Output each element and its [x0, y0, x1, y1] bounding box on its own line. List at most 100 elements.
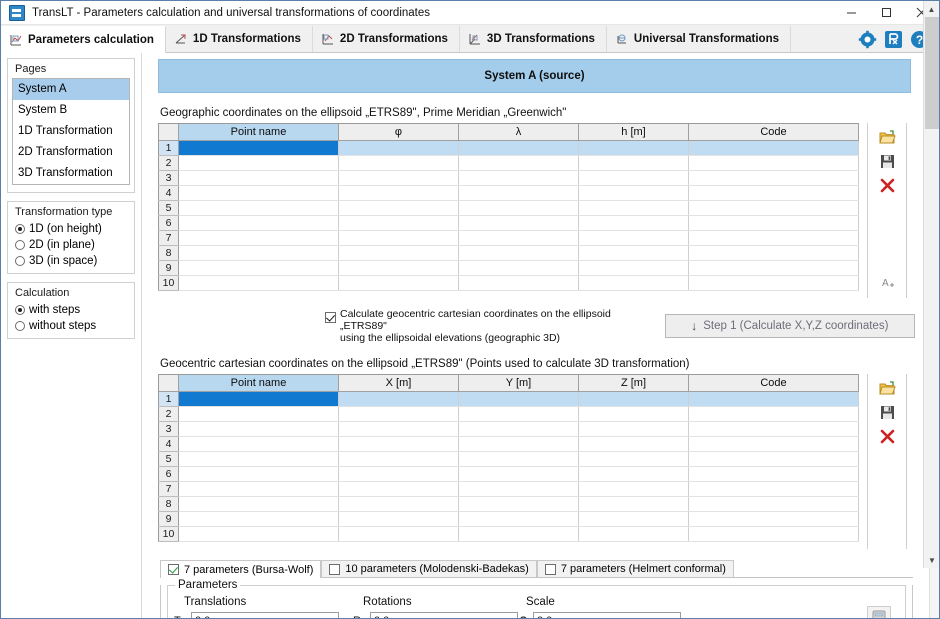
col-point-name[interactable]: Point name	[178, 374, 339, 392]
table-row[interactable]: 1	[158, 391, 859, 407]
cell-code[interactable]	[688, 511, 859, 527]
cell-point-name[interactable]	[178, 230, 339, 246]
cell-z[interactable]	[578, 421, 689, 437]
cell-phi[interactable]	[338, 215, 459, 231]
cell-code[interactable]	[688, 466, 859, 482]
cell-h[interactable]	[578, 260, 689, 276]
table-row[interactable]: 3	[158, 170, 859, 186]
tab-universal-transformations[interactable]: Universal Transformations	[606, 26, 791, 52]
step1-button[interactable]: ↓ Step 1 (Calculate X,Y,Z coordinates)	[664, 314, 915, 338]
sidebar-item-system-a[interactable]: System A	[13, 79, 129, 100]
sidebar-item-2d-transformation[interactable]: 2D Transformation	[13, 142, 129, 163]
cell-phi[interactable]	[338, 245, 459, 261]
cell-code[interactable]	[688, 526, 859, 542]
cell-h[interactable]	[578, 245, 689, 261]
cell-y[interactable]	[458, 466, 579, 482]
table-row[interactable]: 10	[158, 275, 859, 291]
col-lambda[interactable]: λ	[458, 123, 579, 141]
tab-3d-transformations[interactable]: 3D Transformations	[459, 26, 607, 52]
open-file-icon[interactable]	[876, 126, 898, 148]
table-row[interactable]: 9	[158, 511, 859, 527]
cell-phi[interactable]	[338, 170, 459, 186]
col-y[interactable]: Y [m]	[458, 374, 579, 392]
cell-phi[interactable]	[338, 140, 459, 156]
cell-x[interactable]	[338, 481, 459, 497]
cell-h[interactable]	[578, 170, 689, 186]
cell-x[interactable]	[338, 466, 459, 482]
col-h[interactable]: h [m]	[578, 123, 689, 141]
cell-code[interactable]	[688, 275, 859, 291]
cell-h[interactable]	[578, 275, 689, 291]
tx-input[interactable]: 0.0	[191, 612, 339, 618]
calculate-geocentric-checkbox[interactable]: Calculate geocentric cartesian coordinat…	[325, 308, 651, 344]
scrollbar-thumb[interactable]	[925, 17, 939, 129]
cell-h[interactable]	[578, 230, 689, 246]
table-row[interactable]: 2	[158, 155, 859, 171]
cell-point-name[interactable]	[178, 275, 339, 291]
cell-y[interactable]	[458, 451, 579, 467]
table-row[interactable]: 8	[158, 496, 859, 512]
cell-lambda[interactable]	[458, 200, 579, 216]
cell-code[interactable]	[688, 140, 859, 156]
cell-z[interactable]	[578, 526, 689, 542]
tab-parameters-calculation[interactable]: Parameters calculation	[1, 26, 166, 53]
cell-lambda[interactable]	[458, 260, 579, 276]
cell-point-name[interactable]	[178, 511, 339, 527]
append-points-icon[interactable]: A	[877, 271, 899, 293]
scroll-down-icon[interactable]: ▼	[924, 552, 939, 568]
cell-x[interactable]	[338, 511, 459, 527]
geocentric-coordinates-table[interactable]: Point name X [m] Y [m] Z [m] Code 1 2 3 …	[158, 374, 859, 542]
cell-point-name[interactable]	[178, 421, 339, 437]
table-row[interactable]: 9	[158, 260, 859, 276]
sidebar-item-1d-transformation[interactable]: 1D Transformation	[13, 121, 129, 142]
cell-code[interactable]	[688, 230, 859, 246]
radio-1d-on-height[interactable]: 1D (on height)	[8, 221, 134, 237]
cell-phi[interactable]	[338, 275, 459, 291]
cell-y[interactable]	[458, 526, 579, 542]
cell-lambda[interactable]	[458, 185, 579, 201]
cell-point-name[interactable]	[178, 526, 339, 542]
cell-h[interactable]	[578, 200, 689, 216]
open-file-icon[interactable]	[876, 377, 898, 399]
cell-point-name[interactable]	[178, 260, 339, 276]
cell-point-name[interactable]	[178, 466, 339, 482]
cell-y[interactable]	[458, 391, 579, 407]
cell-x[interactable]	[338, 526, 459, 542]
tab-1d-transformations[interactable]: 1D Transformations	[165, 26, 313, 52]
gear-icon[interactable]	[858, 30, 877, 49]
col-point-name[interactable]: Point name	[178, 123, 339, 141]
cell-z[interactable]	[578, 436, 689, 452]
ptab-molodenski-badekas[interactable]: 10 parameters (Molodenski-Badekas)	[321, 560, 537, 577]
pages-listbox[interactable]: System A System B 1D Transformation 2D T…	[12, 78, 130, 185]
cell-lambda[interactable]	[458, 215, 579, 231]
table-row[interactable]: 4	[158, 185, 859, 201]
cell-point-name[interactable]	[178, 245, 339, 261]
cell-lambda[interactable]	[458, 155, 579, 171]
table-row[interactable]: 7	[158, 230, 859, 246]
cell-lambda[interactable]	[458, 245, 579, 261]
cell-x[interactable]	[338, 436, 459, 452]
cell-phi[interactable]	[338, 230, 459, 246]
table-row[interactable]: 6	[158, 215, 859, 231]
cell-point-name[interactable]	[178, 406, 339, 422]
cell-h[interactable]	[578, 140, 689, 156]
cell-x[interactable]	[338, 391, 459, 407]
cell-code[interactable]	[688, 185, 859, 201]
table-row[interactable]: 8	[158, 245, 859, 261]
cell-h[interactable]	[578, 155, 689, 171]
cell-point-name[interactable]	[178, 436, 339, 452]
cell-phi[interactable]	[338, 185, 459, 201]
scroll-up-icon[interactable]: ▲	[924, 1, 939, 17]
cell-y[interactable]	[458, 496, 579, 512]
cell-y[interactable]	[458, 421, 579, 437]
cell-code[interactable]	[688, 215, 859, 231]
cell-point-name[interactable]	[178, 140, 339, 156]
table-row[interactable]: 3	[158, 421, 859, 437]
radio-3d-in-space[interactable]: 3D (in space)	[8, 253, 134, 269]
table-row[interactable]: 1	[158, 140, 859, 156]
export-pdf-icon[interactable]	[884, 30, 903, 49]
col-code[interactable]: Code	[688, 374, 859, 392]
cell-point-name[interactable]	[178, 391, 339, 407]
cell-point-name[interactable]	[178, 185, 339, 201]
scale-input[interactable]: 0.0	[533, 612, 681, 618]
